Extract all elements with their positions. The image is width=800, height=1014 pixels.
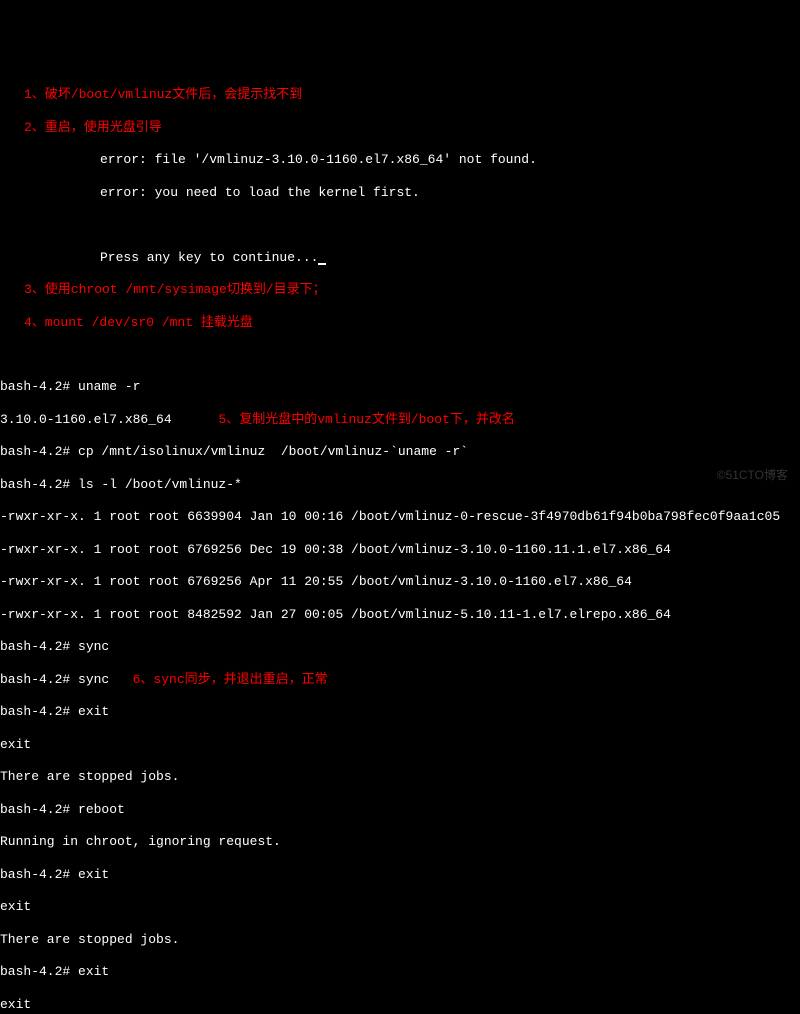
stopped-jobs-1: There are stopped jobs. bbox=[0, 769, 800, 785]
reboot-message: Running in chroot, ignoring request. bbox=[0, 834, 800, 850]
prompt-cp: bash-4.2# cp /mnt/isolinux/vmlinuz /boot… bbox=[0, 444, 800, 460]
prompt-exit-2: bash-4.2# exit bbox=[0, 867, 800, 883]
prompt-uname: bash-4.2# uname -r bbox=[0, 379, 800, 395]
press-any-key: Press any key to continue... bbox=[0, 250, 800, 266]
ls-row-2: -rwxr-xr-x. 1 root root 6769256 Dec 19 0… bbox=[0, 542, 800, 558]
stopped-jobs-2: There are stopped jobs. bbox=[0, 932, 800, 948]
prompt-ls: bash-4.2# ls -l /boot/vmlinuz-* bbox=[0, 477, 800, 493]
annotation-4: 4、mount /dev/sr0 /mnt 挂载光盘 bbox=[0, 315, 800, 331]
watermark: ©51CTO博客 bbox=[717, 468, 788, 483]
prompt-sync-2: bash-4.2# sync bbox=[0, 672, 109, 687]
prompt-exit-3: bash-4.2# exit bbox=[0, 964, 800, 980]
terminal-output: 1、破坏/boot/vmlinuz文件后，会提示找不到 2、重启，使用光盘引导 … bbox=[0, 65, 800, 1014]
annotation-1: 1、破坏/boot/vmlinuz文件后，会提示找不到 bbox=[0, 87, 800, 103]
uname-output: 3.10.0-1160.el7.x86_64 bbox=[0, 412, 172, 427]
exit-output-2: exit bbox=[0, 899, 800, 915]
annotation-6: 6、sync同步，并退出重启，正常 bbox=[133, 672, 328, 687]
cursor-icon bbox=[318, 263, 326, 265]
ls-row-1: -rwxr-xr-x. 1 root root 6639904 Jan 10 0… bbox=[0, 509, 800, 525]
exit-output-3: exit bbox=[0, 997, 800, 1013]
prompt-reboot: bash-4.2# reboot bbox=[0, 802, 800, 818]
ls-row-3: -rwxr-xr-x. 1 root root 6769256 Apr 11 2… bbox=[0, 574, 800, 590]
uname-row: 3.10.0-1160.el7.x86_64 5、复制光盘中的vmlinuz文件… bbox=[0, 412, 800, 428]
prompt-exit-1: bash-4.2# exit bbox=[0, 704, 800, 720]
prompt-sync-1: bash-4.2# sync bbox=[0, 639, 800, 655]
annotation-5: 5、复制光盘中的vmlinuz文件到/boot下，并改名 bbox=[218, 412, 514, 427]
error-line-2: error: you need to load the kernel first… bbox=[0, 185, 800, 201]
sync-row: bash-4.2# sync 6、sync同步，并退出重启，正常 bbox=[0, 672, 800, 688]
annotation-2: 2、重启，使用光盘引导 bbox=[0, 120, 800, 136]
ls-row-4: -rwxr-xr-x. 1 root root 8482592 Jan 27 0… bbox=[0, 607, 800, 623]
exit-output-1: exit bbox=[0, 737, 800, 753]
annotation-3: 3、使用chroot /mnt/sysimage切换到/目录下； bbox=[0, 282, 800, 298]
error-line-1: error: file '/vmlinuz-3.10.0-1160.el7.x8… bbox=[0, 152, 800, 168]
